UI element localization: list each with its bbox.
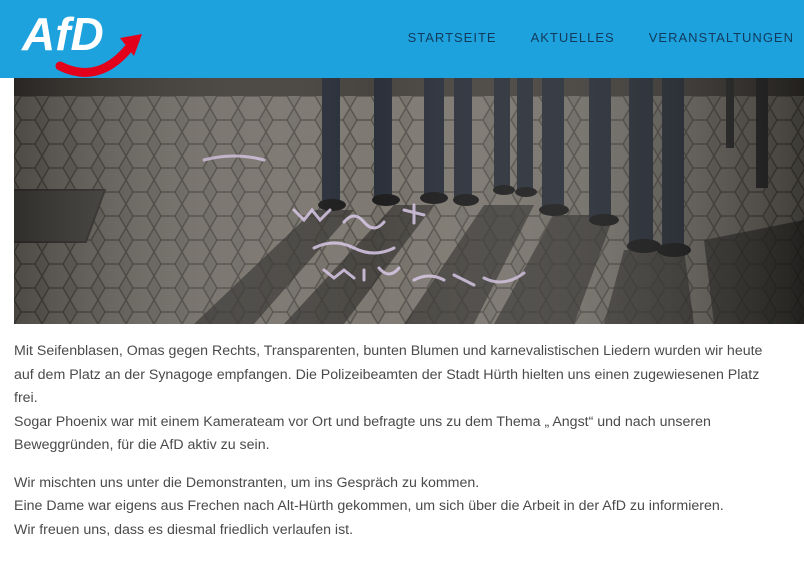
paragraph-1: Mit Seifenblasen, Omas gegen Rechts, Tra…	[14, 340, 794, 458]
paragraph-2-line-2: Eine Dame war eigens aus Frechen nach Al…	[14, 498, 724, 514]
afd-logo-icon: AfD	[21, 8, 142, 77]
article-body: Mit Seifenblasen, Omas gegen Rechts, Tra…	[14, 340, 794, 556]
paragraph-1-line-2: auf dem Platz an der Synagoge empfangen.…	[14, 366, 760, 383]
nav-aktuelles[interactable]: AKTUELLES	[531, 30, 615, 45]
paragraph-2: Wir mischten uns unter die Demonstranten…	[14, 472, 794, 543]
paragraph-2-line-1: Wir mischten uns unter die Demonstranten…	[14, 474, 480, 491]
paragraph-1-line-4: Sogar Phoenix war mit einem Kamerateam v…	[14, 413, 711, 430]
site-header: AfD STARTSEITE AKTUELLES VERANSTALTUNGEN	[0, 0, 804, 78]
paragraph-1-line-1: Mit Seifenblasen, Omas gegen Rechts, Tra…	[14, 343, 763, 359]
main-nav: STARTSEITE AKTUELLES VERANSTALTUNGEN	[374, 30, 794, 45]
afd-logo[interactable]: AfD	[20, 4, 146, 80]
paragraph-1-line-3: frei.	[14, 390, 38, 406]
logo-text: AfD	[21, 8, 104, 60]
paragraph-2-line-3: Wir freuen uns, dass es diesmal friedlic…	[14, 521, 354, 538]
paragraph-1-line-5: Beweggründen, für die AfD aktiv zu sein.	[14, 437, 270, 453]
nav-startseite[interactable]: STARTSEITE	[408, 30, 497, 45]
nav-veranstaltungen[interactable]: VERANSTALTUNGEN	[649, 30, 794, 45]
